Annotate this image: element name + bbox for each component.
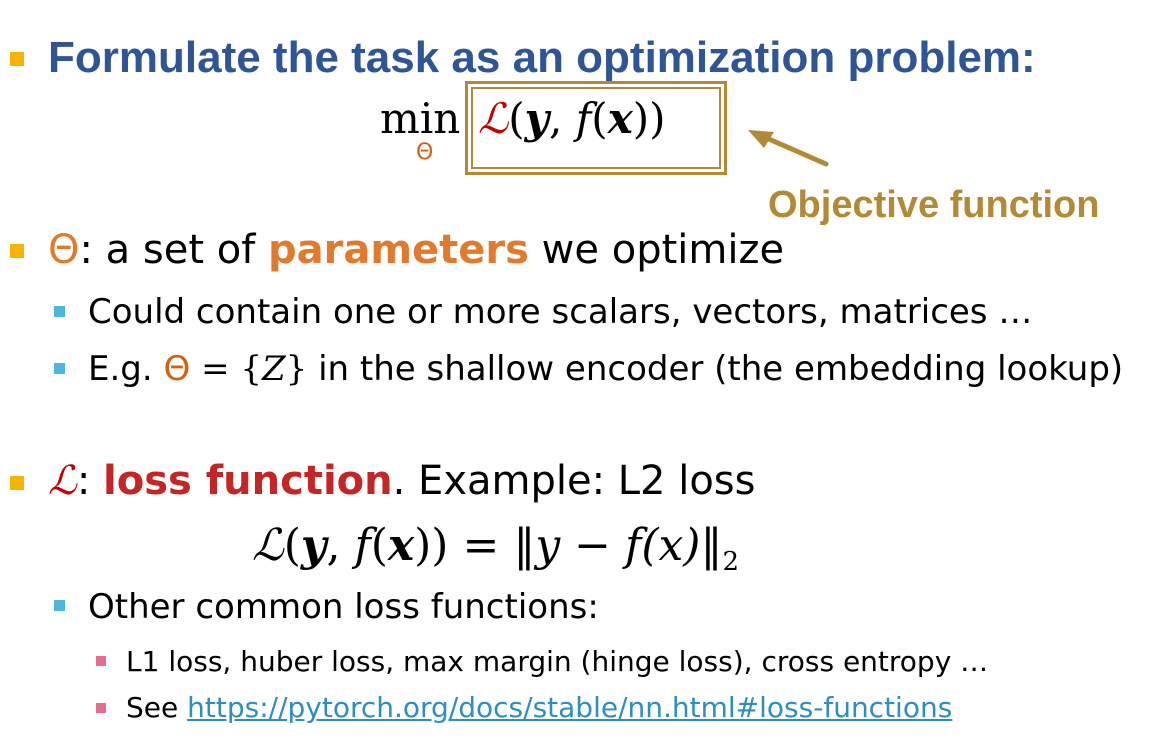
eq-var-y: 𝒚	[300, 520, 327, 571]
paren-close: ))	[632, 94, 666, 143]
eq-func-f: f	[354, 520, 371, 571]
formula-min: min	[380, 94, 461, 143]
eq-open: = {	[190, 349, 263, 389]
eq-x2: (x)	[641, 520, 701, 571]
eq-subscript-2: 2	[722, 546, 740, 577]
eq-comma: ,	[326, 520, 355, 571]
loss-list-item: L1 loss, huber loss, max margin (hinge l…	[126, 645, 989, 678]
eg-prefix: E.g.	[88, 349, 164, 389]
eq-var-x: 𝒙	[387, 520, 415, 571]
bullet-square-icon	[10, 476, 24, 490]
see-prefix: See	[126, 691, 188, 724]
loss-colon: :	[76, 458, 104, 504]
objective-function-label: Objective function	[768, 184, 1100, 226]
eq-minus: −	[560, 520, 626, 571]
bullet-square-icon	[54, 363, 65, 374]
bullet-square-icon	[96, 656, 106, 666]
bullet-square-icon	[54, 306, 65, 317]
theta-sub-item-1: Could contain one or more scalars, vecto…	[88, 292, 1033, 332]
var-x: 𝒙	[607, 94, 633, 143]
pytorch-loss-link[interactable]: https://pytorch.org/docs/stable/nn.html#…	[187, 691, 952, 724]
eq-paren: (	[370, 520, 388, 571]
bullet-square-icon	[96, 703, 106, 713]
theta-symbol: Θ	[48, 227, 80, 273]
var-z: Z	[262, 349, 286, 389]
other-loss-heading: Other common loss functions:	[88, 587, 599, 627]
eq-close: }	[285, 349, 308, 389]
parameters-highlight: parameters	[268, 227, 529, 273]
theta-text-2: we optimize	[528, 227, 785, 273]
paren-open: (	[508, 94, 525, 143]
formula-theta-subscript: Θ	[416, 140, 434, 165]
eq-close: ))	[414, 520, 449, 571]
bullet-square-icon	[10, 244, 24, 258]
loss-symbol: ℒ	[48, 458, 77, 504]
comma: ,	[549, 94, 576, 143]
theta-text-1: : a set of	[79, 227, 269, 273]
bullet-square-icon	[54, 600, 65, 611]
theta-sub-item-2: E.g. Θ = {Z} in the shallow encoder (the…	[88, 352, 1123, 386]
loss-symbol-eq: ℒ	[252, 520, 284, 571]
objective-expression: ℒ(𝒚, f(𝒙))	[478, 98, 666, 140]
eg-suffix: in the shallow encoder (the embedding lo…	[307, 349, 1124, 389]
eq-norm-close: ‖	[700, 520, 723, 571]
eq-paren-open: (	[283, 520, 301, 571]
paren-open-2: (	[591, 94, 608, 143]
eq-equals-norm: = ‖	[448, 520, 536, 571]
bullet-square-icon	[10, 52, 24, 66]
theta-symbol-small: Θ	[163, 349, 191, 389]
loss-bullet: ℒ: loss function. Example: L2 loss	[48, 461, 755, 501]
loss-function-highlight: loss function	[103, 458, 393, 504]
loss-example-text: . Example: L2 loss	[392, 458, 756, 504]
theta-bullet: Θ: a set of parameters we optimize	[48, 230, 784, 270]
eq-f2: f	[625, 520, 642, 571]
arrow-left-up-icon	[748, 130, 829, 167]
slide-title: Formulate the task as an optimization pr…	[48, 33, 1036, 82]
var-y: 𝒚	[524, 94, 550, 143]
see-link-item: See https://pytorch.org/docs/stable/nn.h…	[126, 694, 952, 722]
func-f: f	[575, 94, 592, 143]
eq-y2: y	[535, 520, 561, 571]
loss-symbol: ℒ	[478, 94, 509, 143]
l2-loss-equation: ℒ(𝒚, f(𝒙)) = ‖y − f(x)‖2	[252, 524, 739, 575]
